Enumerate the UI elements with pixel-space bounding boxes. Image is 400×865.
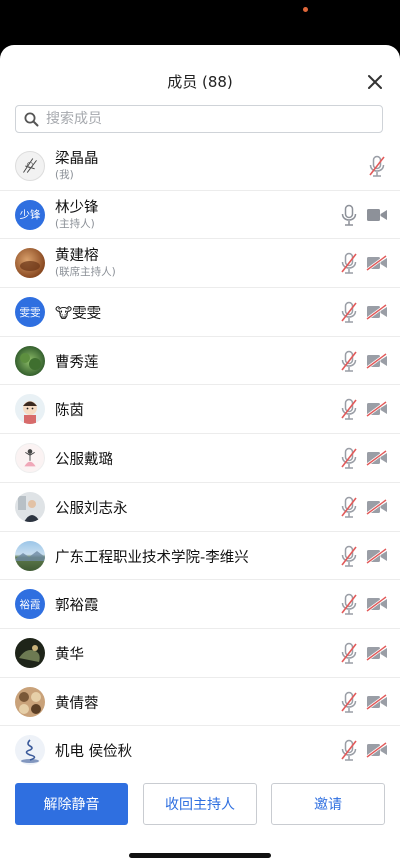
- video-off-icon[interactable]: [366, 498, 388, 515]
- avatar: [15, 686, 45, 717]
- avatar: [15, 637, 45, 668]
- member-row[interactable]: 广东工程职业技术学院-李维兴: [0, 532, 400, 581]
- camera-indicator-dot: [303, 7, 308, 12]
- member-row[interactable]: 少锋 林少锋 (主持人): [0, 191, 400, 240]
- mic-muted-icon[interactable]: [340, 691, 358, 713]
- avatar: 裕霞: [15, 589, 45, 620]
- member-name: 广东工程职业技术学院-李维兴: [55, 549, 249, 566]
- member-row[interactable]: 黄建榕 (联席主持人): [0, 239, 400, 289]
- close-icon[interactable]: [364, 71, 386, 93]
- member-role: (联席主持人): [55, 266, 116, 279]
- member-name: 郭裕霞: [55, 598, 99, 615]
- avatar: [15, 491, 45, 522]
- search-input[interactable]: [44, 110, 348, 128]
- video-off-icon[interactable]: [366, 693, 388, 710]
- mic-muted-icon[interactable]: [340, 739, 358, 761]
- mic-muted-icon[interactable]: [368, 155, 386, 177]
- mic-muted-icon[interactable]: [340, 447, 358, 469]
- video-off-icon[interactable]: [366, 596, 388, 613]
- member-name: 林少锋: [55, 199, 99, 216]
- member-name: 曹秀莲: [55, 354, 99, 371]
- avatar: [15, 443, 45, 474]
- video-off-icon[interactable]: [366, 255, 388, 272]
- video-off-icon[interactable]: [366, 304, 388, 321]
- member-name: 陈茵: [55, 403, 84, 420]
- search-icon: [24, 112, 39, 126]
- avatar: [15, 735, 45, 766]
- revoke-host-button[interactable]: 收回主持人: [143, 783, 257, 825]
- avatar: [15, 151, 45, 181]
- video-off-icon[interactable]: [366, 742, 388, 759]
- member-row[interactable]: 曹秀莲: [0, 337, 400, 386]
- member-name: 公服刘志永: [55, 500, 128, 517]
- mic-muted-icon[interactable]: [340, 642, 358, 664]
- video-off-icon[interactable]: [366, 401, 388, 418]
- member-name: 黄建榕: [55, 248, 99, 265]
- member-name: 黄华: [55, 646, 84, 663]
- unmute-button[interactable]: 解除静音: [15, 783, 128, 825]
- member-name: 梁晶晶: [55, 151, 99, 167]
- video-off-icon[interactable]: [366, 644, 388, 661]
- video-off-icon[interactable]: [366, 547, 388, 564]
- avatar: [15, 540, 45, 571]
- search-box[interactable]: [15, 105, 383, 133]
- mic-muted-icon[interactable]: [340, 545, 358, 567]
- avatar: [15, 345, 45, 376]
- members-sheet: 成员 (88) 梁晶晶 (我) 少锋 林少锋: [0, 45, 400, 865]
- avatar: 少锋: [15, 199, 45, 230]
- member-row[interactable]: 黄倩蓉: [0, 678, 400, 727]
- member-row[interactable]: 公服刘志永: [0, 483, 400, 532]
- mic-muted-icon[interactable]: [340, 252, 358, 275]
- mic-muted-icon[interactable]: [340, 593, 358, 615]
- member-row[interactable]: 雯雯 🐮雯雯: [0, 288, 400, 337]
- member-name: 机电 侯俭秋: [55, 744, 133, 761]
- video-off-icon[interactable]: [366, 450, 388, 467]
- member-list: 梁晶晶 (我) 少锋 林少锋 (主持人) 黄建榕 (联席主持人) 雯雯 🐮雯雯 …: [0, 142, 400, 775]
- member-row[interactable]: 黄华: [0, 629, 400, 678]
- avatar: [15, 248, 45, 279]
- member-row[interactable]: 陈茵: [0, 385, 400, 435]
- mic-muted-icon[interactable]: [340, 398, 358, 421]
- member-name: 🐮雯雯: [55, 306, 102, 323]
- member-role: (主持人): [55, 217, 95, 230]
- page-title: 成员 (88): [167, 73, 233, 91]
- mic-muted-icon[interactable]: [340, 496, 358, 518]
- member-row[interactable]: 公服戴璐: [0, 434, 400, 483]
- member-name: 黄倩蓉: [55, 695, 99, 712]
- mic-muted-icon[interactable]: [340, 301, 358, 323]
- member-row[interactable]: 机电 侯俭秋: [0, 726, 400, 775]
- avatar: [15, 394, 45, 425]
- mic-on-icon[interactable]: [340, 204, 358, 226]
- video-on-icon[interactable]: [366, 207, 388, 223]
- member-row[interactable]: 裕霞 郭裕霞: [0, 580, 400, 629]
- action-bar: 解除静音 收回主持人 邀请: [0, 783, 400, 828]
- mic-muted-icon[interactable]: [340, 350, 358, 372]
- member-role: (我): [55, 169, 74, 181]
- video-off-icon[interactable]: [366, 352, 388, 369]
- avatar: 雯雯: [15, 297, 45, 328]
- invite-button[interactable]: 邀请: [271, 783, 385, 825]
- home-indicator[interactable]: [129, 853, 271, 858]
- member-name: 公服戴璐: [55, 452, 113, 469]
- member-row[interactable]: 梁晶晶 (我): [0, 142, 400, 191]
